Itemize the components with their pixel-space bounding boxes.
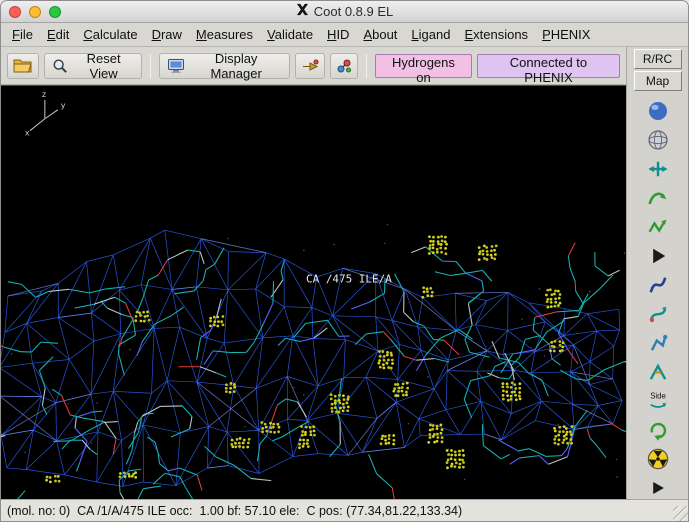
menu-item-about[interactable]: About [356,23,404,46]
status-bar: (mol. no: 0) CA /1/A/475 ILE occ: 1.00 b… [1,499,688,521]
svg-text:y: y [61,101,66,110]
title-bar: Coot 0.8.9 EL [1,1,688,23]
flip-peptide-icon[interactable] [646,157,670,181]
edit-chi-angles-icon[interactable] [646,360,670,384]
minimize-button[interactable] [29,5,41,18]
go-arrow-icon [301,59,319,73]
display-manager-button[interactable]: Display Manager [159,50,290,81]
real-space-refine-icon[interactable] [646,186,670,210]
resize-grip[interactable] [673,506,688,521]
viewport-3d[interactable]: x y z CA /475 ILE/A [1,85,626,499]
traffic-lights [1,5,61,18]
more-arrow-icon[interactable] [646,476,670,499]
svg-text:z: z [42,90,46,99]
menu-item-draw[interactable]: Draw [145,23,189,46]
zoom-button[interactable] [49,5,61,18]
svg-text:x: x [25,129,30,138]
display-manager-label: Display Manager [210,50,262,81]
display-manager-icon [167,58,185,74]
window-title-group: Coot 0.8.9 EL [1,1,688,22]
go-to-atom-button[interactable] [294,52,325,79]
regularize-icon[interactable] [646,215,670,239]
menu-item-extensions[interactable]: Extensions [457,23,535,46]
rotamer-icon[interactable] [646,331,670,355]
menu-item-validate[interactable]: Validate [260,23,320,46]
sphere-icon[interactable] [646,99,670,123]
menu-item-ligand[interactable]: Ligand [404,23,457,46]
zoom-icon [52,58,68,74]
x11-icon [296,3,309,21]
menu-item-calculate[interactable]: Calculate [76,23,144,46]
molecule-button[interactable] [329,52,358,79]
main-toolbar: Reset View Display Manager Hydrogens on … [1,47,626,85]
toolbar-separator [150,53,152,78]
radiation-hazard-icon[interactable] [646,447,670,471]
folder-open-icon [13,58,33,74]
menu-item-edit[interactable]: Edit [40,23,76,46]
sidebar-icon-strip: Side [627,93,688,499]
rotate-translate-icon[interactable] [646,273,670,297]
open-coordinates-button[interactable] [7,52,39,79]
coot-window: Coot 0.8.9 EL File Edit Calculate Draw Measu… [0,0,689,522]
map-button[interactable]: Map [633,71,682,91]
phenix-button[interactable]: Connected to PHENIX [476,53,620,85]
expand-triangle-icon[interactable] [646,244,670,268]
status-text: (mol. no: 0) CA /1/A/475 ILE occ: 1.00 b… [7,503,463,518]
menu-item-measures[interactable]: Measures [189,23,260,46]
spin-sphere-icon[interactable] [646,128,670,152]
atom-label: CA /475 ILE/A [306,273,392,286]
menu-item-hid[interactable]: HID [320,23,356,46]
toolbar-separator [365,53,367,78]
hydrogens-button[interactable]: Hydrogens on [374,53,472,85]
right-sidebar: R/RC Map Side [626,47,688,499]
close-button[interactable] [9,5,21,18]
reset-view-button[interactable]: Reset View [44,50,143,81]
content-row: Reset View Display Manager Hydrogens on … [1,47,688,499]
menu-item-file[interactable]: File [5,23,40,46]
menu-item-phenix[interactable]: PHENIX [535,23,597,46]
side-chain-180-icon[interactable]: Side [646,389,670,413]
window-title: Coot 0.8.9 EL [313,4,394,19]
mutate-icon[interactable] [646,418,670,442]
svg-text:Side: Side [650,392,666,401]
left-column: Reset View Display Manager Hydrogens on … [1,47,626,499]
reset-view-label: Reset View [86,50,121,81]
rrc-button[interactable]: R/RC [633,49,682,69]
menu-bar: File Edit Calculate Draw Measures Validate HID… [1,23,688,47]
molecule-icon [336,58,352,74]
auto-fit-rotamer-icon[interactable] [646,302,670,326]
